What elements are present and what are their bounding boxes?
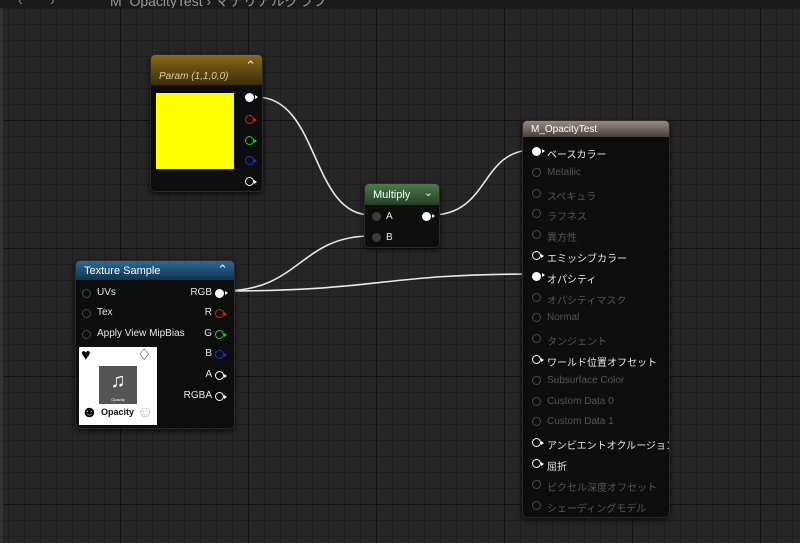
material-input-pin[interactable] (532, 251, 544, 260)
texture-sample-header[interactable]: Texture Sample ⌃ (76, 261, 234, 280)
material-input-label: Custom Data 1 (547, 416, 614, 428)
material-input-pin[interactable] (532, 375, 541, 385)
output-g-label: G (204, 328, 212, 339)
param-output-g[interactable] (245, 136, 257, 145)
param-node[interactable]: Param (1,1,0,0) ⌃ (150, 54, 263, 192)
multiply-output-pin[interactable] (422, 212, 435, 221)
param-output-rgb[interactable] (245, 93, 258, 102)
material-input-pin[interactable] (532, 396, 541, 406)
wire-rgb-to-multiply-b[interactable] (222, 235, 372, 292)
multiply-input-b-label: B (386, 232, 393, 243)
multiply-node-title: Multiply (373, 188, 411, 201)
wire-multiply-to-basecolor[interactable] (430, 149, 534, 216)
material-input-label: 屈折 (547, 462, 567, 473)
material-input-pin[interactable] (532, 292, 541, 302)
material-input-pin[interactable] (532, 167, 541, 177)
material-input-label: スペキュラ (547, 191, 597, 203)
multiply-input-a-label: A (386, 211, 393, 222)
material-input-label: シェーディングモデル (547, 503, 647, 515)
material-input-pin[interactable] (532, 209, 541, 219)
material-input-label: オパシティマスク (547, 295, 627, 307)
material-input-label: タンジェント (547, 337, 607, 349)
material-input-pin[interactable] (532, 147, 545, 156)
material-input-pin[interactable] (532, 188, 541, 198)
input-tex-pin[interactable] (82, 309, 91, 318)
multiply-node-header[interactable]: Multiply ⌄ (365, 184, 439, 205)
material-input-pin[interactable] (532, 230, 541, 240)
input-mipbias-pin[interactable] (82, 330, 91, 339)
smiley-outline-icon: ☺ (137, 404, 154, 421)
material-input-label: 異方性 (547, 233, 577, 245)
heart-icon: ♥ (81, 347, 91, 364)
material-input-label: Subsurface Color (547, 374, 625, 386)
material-input-label: ワールド位置オフセット (547, 358, 657, 369)
texture-thumbnail: ♥ ♢ ♫ Opacity ☻ Opacity ☺ (79, 347, 157, 425)
multiply-input-a-pin[interactable] (372, 212, 381, 221)
material-result-header[interactable]: M_OpacityTest (523, 121, 669, 137)
wire-param-to-multiply-a[interactable] (255, 96, 372, 216)
output-rgba-label: RGBA (183, 390, 212, 401)
material-input-pin[interactable] (532, 271, 545, 281)
param-output-a[interactable] (245, 177, 257, 186)
input-mipbias-label: Apply View MipBias (97, 328, 185, 339)
smiley-filled-icon: ☻ (81, 404, 98, 421)
multiply-node[interactable]: Multiply ⌄ A B (364, 183, 440, 248)
output-a-label: A (205, 369, 212, 380)
param-output-r[interactable] (245, 115, 257, 124)
collapse-chevron-icon[interactable]: ⌃ (217, 262, 228, 278)
output-rgba-pin[interactable] (215, 392, 227, 401)
multiply-input-b-pin[interactable] (372, 233, 381, 242)
material-input-pin[interactable] (532, 459, 544, 468)
dropdown-chevron-icon[interactable]: ⌄ (424, 186, 433, 199)
input-tex-label: Tex (97, 307, 113, 318)
color-swatch (156, 93, 234, 169)
material-input-pin[interactable] (532, 500, 541, 510)
material-input-pin[interactable] (532, 355, 544, 364)
material-input-pin[interactable] (532, 417, 541, 427)
diamond-icon: ♢ (137, 347, 152, 364)
texture-sample-title: Texture Sample (84, 264, 161, 277)
output-r-pin[interactable] (215, 309, 227, 318)
material-input-label: ラフネス (547, 212, 587, 224)
output-rgb-pin[interactable] (215, 289, 228, 298)
material-input-pin[interactable] (532, 313, 541, 323)
output-g-pin[interactable] (215, 330, 227, 339)
thumbnail-caption: Opacity (101, 407, 135, 417)
music-note-icon: ♫ Opacity (99, 366, 137, 404)
material-input-label: オパシティ (547, 274, 597, 286)
material-input-pin[interactable] (532, 438, 544, 448)
collapse-chevron-icon[interactable]: ⌃ (245, 58, 256, 74)
texture-sample-node[interactable]: Texture Sample ⌃ UVs Tex Apply View MipB… (75, 260, 235, 429)
material-input-label: エミッシブカラー (547, 254, 627, 265)
material-input-label: ベースカラー (547, 150, 607, 161)
param-node-title: Param (1,1,0,0) (159, 70, 229, 82)
output-rgb-label: RGB (190, 287, 212, 298)
material-input-label: Custom Data 0 (547, 395, 614, 407)
material-input-pin[interactable] (532, 479, 541, 489)
material-result-node[interactable]: M_OpacityTest ベースカラー Metallic スペキュララフネス異方性… (522, 120, 670, 518)
param-node-header[interactable]: Param (1,1,0,0) ⌃ (151, 55, 262, 85)
output-b-pin[interactable] (215, 350, 227, 359)
output-r-label: R (204, 307, 212, 318)
input-uvs-pin[interactable] (82, 289, 91, 298)
input-uvs-label: UVs (97, 287, 116, 298)
material-input-label: ピクセル深度オフセット (547, 482, 657, 494)
material-input-label: Metallic (547, 166, 581, 178)
output-b-label: B (205, 348, 212, 359)
output-a-pin[interactable] (215, 371, 227, 380)
material-input-label: Normal (547, 312, 580, 324)
param-output-b[interactable] (245, 156, 257, 165)
material-result-title: M_OpacityTest (531, 123, 598, 135)
material-input-label: アンビエントオクルージョン (547, 441, 670, 453)
material-input-pin[interactable] (532, 334, 541, 344)
